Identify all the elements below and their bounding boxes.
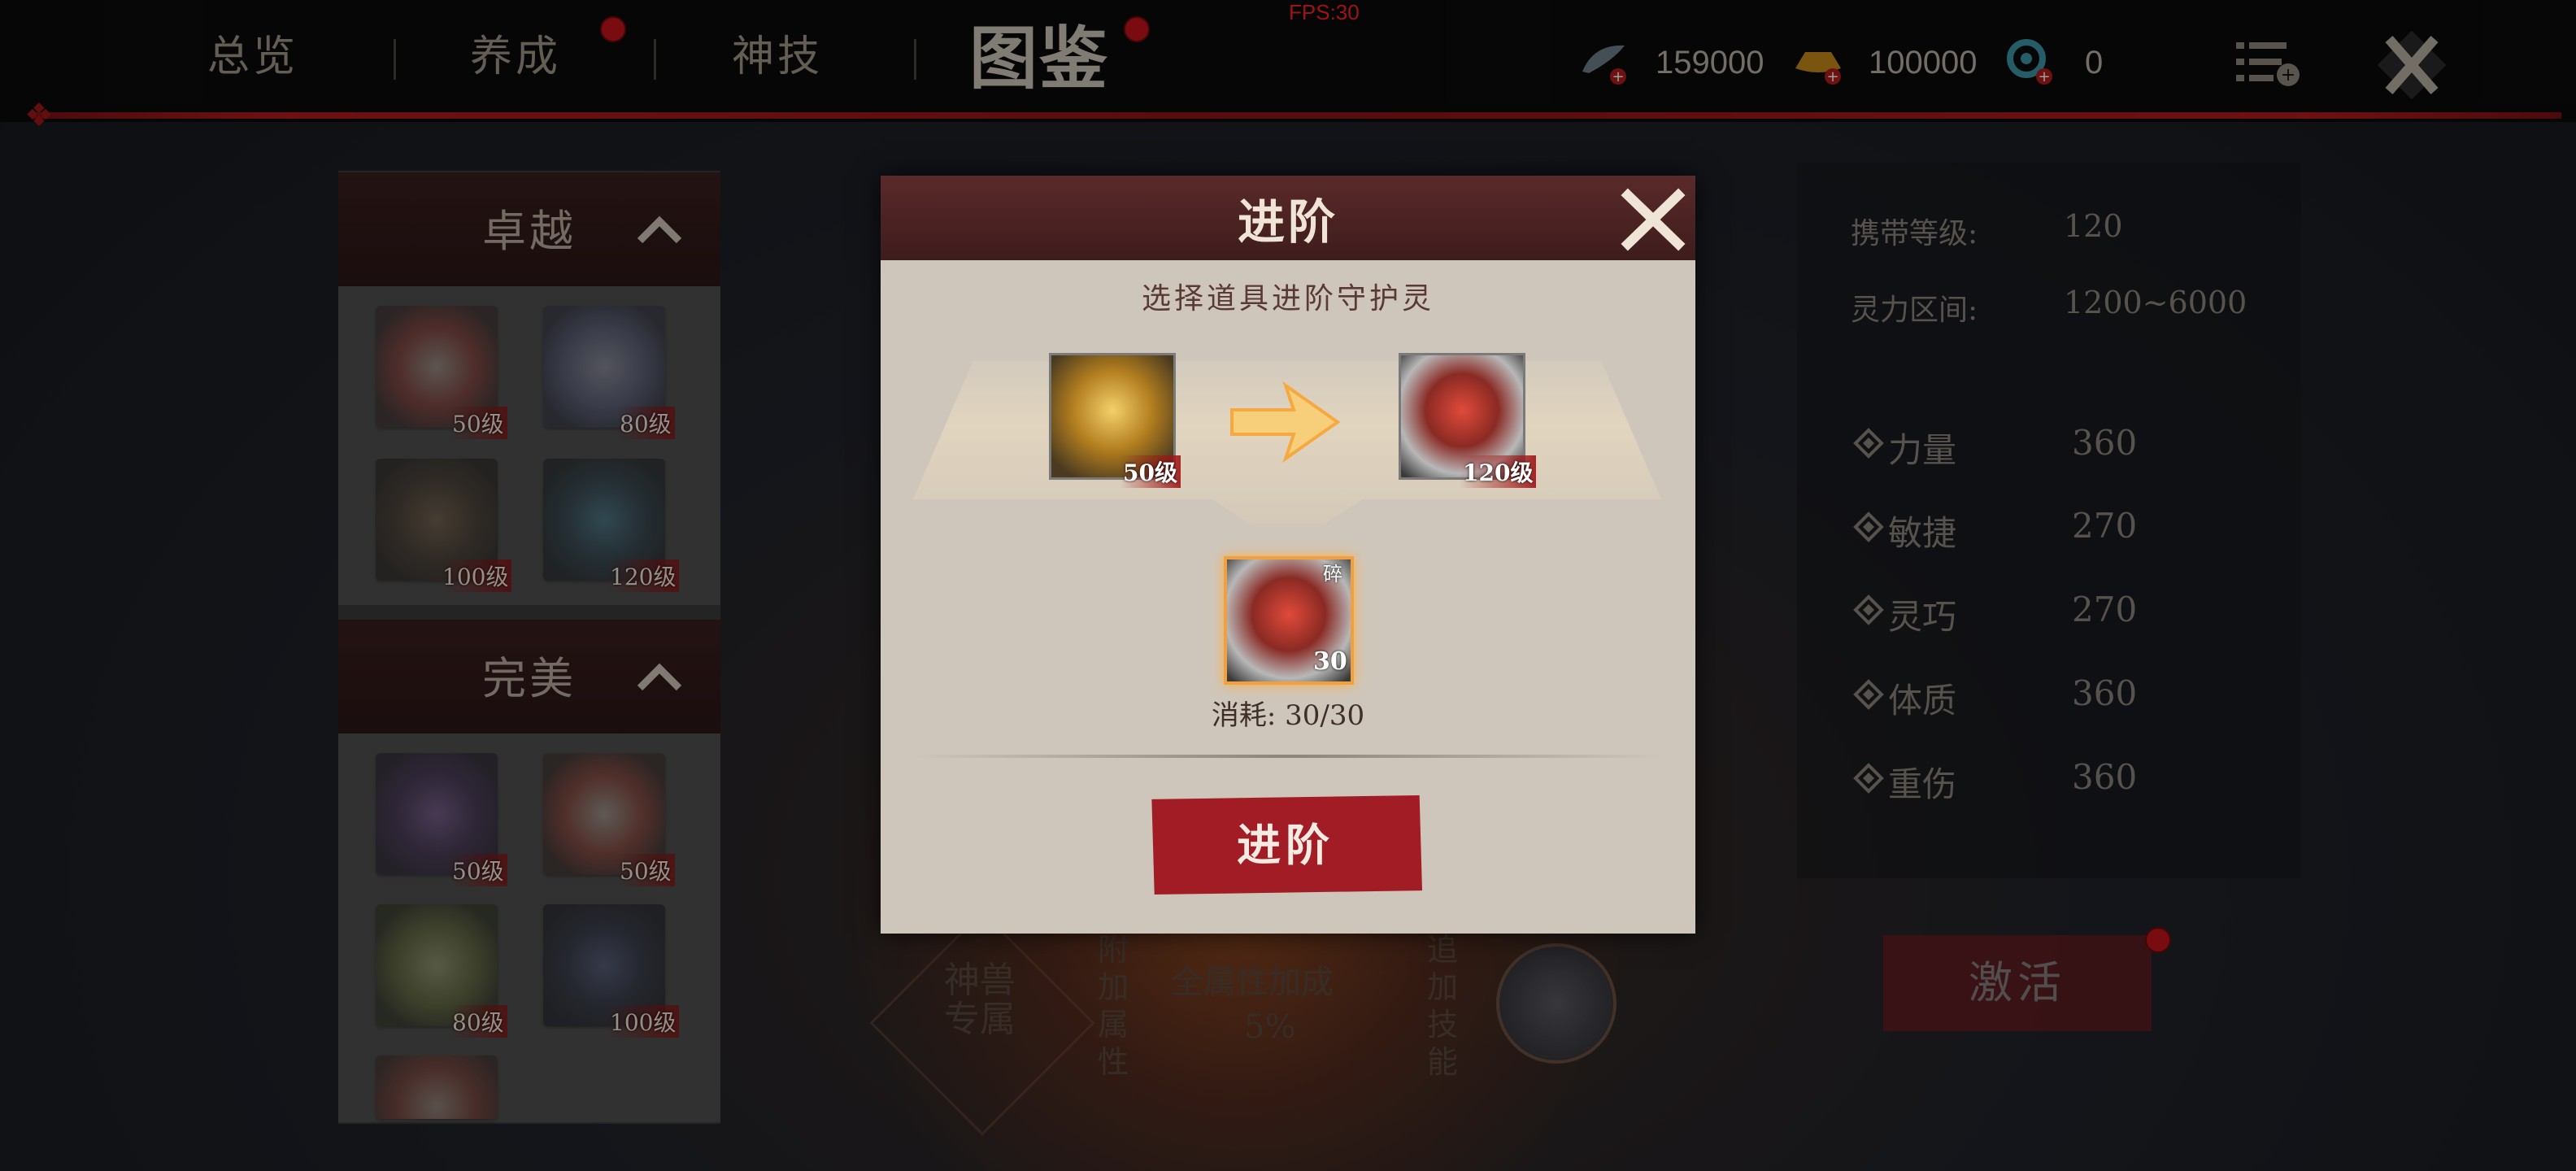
dialog-title: 进阶 <box>1237 194 1338 250</box>
dialog-subtitle: 选择道具进阶守护灵 <box>1141 282 1434 316</box>
dialog-close-icon[interactable] <box>1617 182 1690 255</box>
material-fragment-tag: 碎 <box>1323 563 1342 586</box>
next-beast-level: 120级 <box>1460 455 1537 488</box>
advance-dialog: 进阶 选择道具进阶守护灵 50级 120级 碎 30 消耗: 30/30 进阶 <box>881 176 1695 934</box>
material-count: 30 <box>1313 647 1347 676</box>
dialog-divider <box>913 755 1663 758</box>
consume-value: 30/30 <box>1285 699 1365 732</box>
current-beast-level: 50级 <box>1120 455 1181 488</box>
arrow-right-icon <box>1229 377 1342 467</box>
advance-button[interactable]: 进阶 <box>1151 795 1422 895</box>
consume-row: 消耗: 30/30 <box>881 693 1695 733</box>
consume-label: 消耗: <box>1211 699 1277 732</box>
